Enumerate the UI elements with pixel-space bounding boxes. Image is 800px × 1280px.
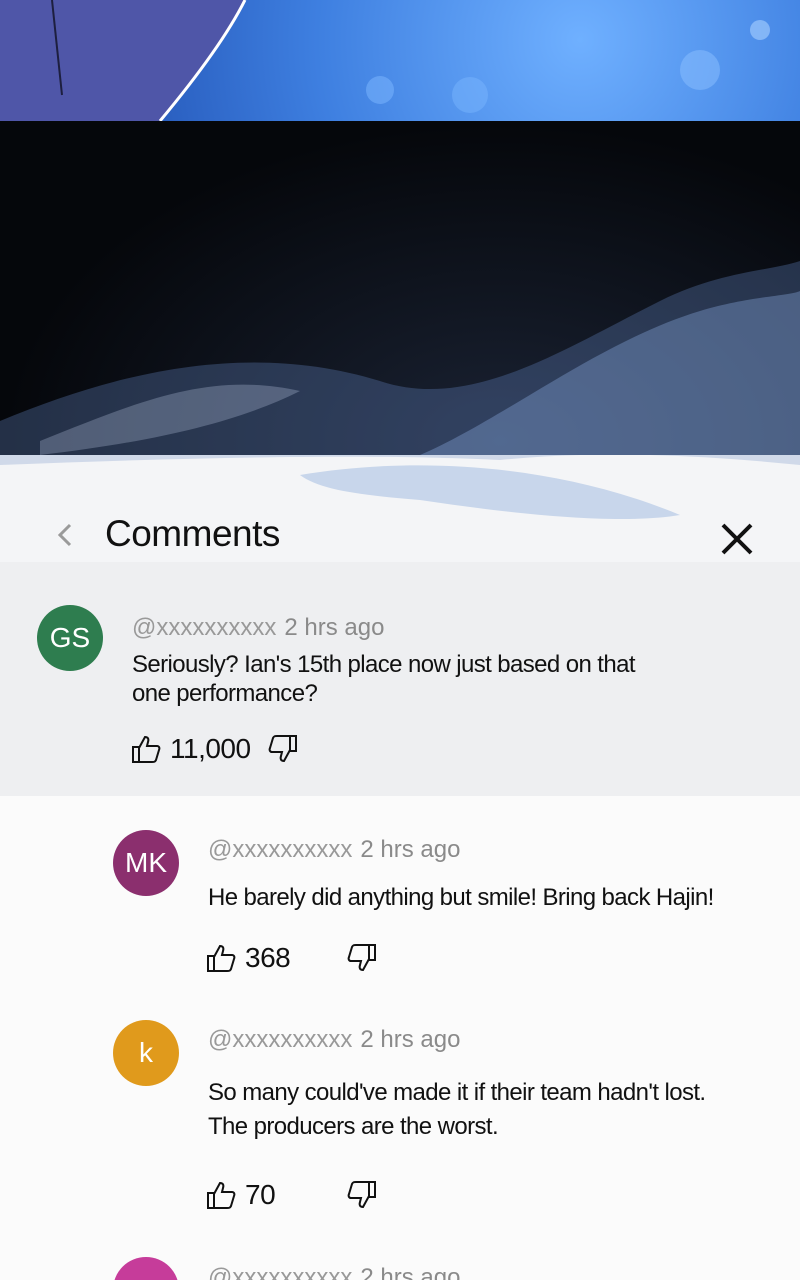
comment-handle[interactable]: @xxxxxxxxxx bbox=[208, 1026, 352, 1053]
thumbs-down-icon[interactable] bbox=[346, 942, 378, 974]
comment-handle[interactable]: @xxxxxxxxxx bbox=[208, 836, 352, 863]
thumbs-up-icon[interactable] bbox=[205, 942, 237, 974]
thumbs-up-icon[interactable] bbox=[130, 733, 162, 765]
avatar: MK bbox=[113, 830, 179, 896]
comment-handle[interactable]: @xxxxxxxxxx bbox=[208, 1264, 352, 1280]
avatar bbox=[113, 1257, 179, 1280]
comment-meta: @xxxxxxxxxx 2 hrs ago bbox=[208, 836, 460, 864]
comment-time: 2 hrs ago bbox=[360, 1264, 461, 1280]
comment-meta: @xxxxxxxxxx 2 hrs ago bbox=[132, 614, 384, 642]
comment-text: Seriously? Ian's 15th place now just bas… bbox=[132, 651, 636, 707]
avatar: GS bbox=[37, 605, 103, 671]
comment-meta: @xxxxxxxxxx 2 hrs ago bbox=[208, 1026, 460, 1054]
close-icon[interactable] bbox=[718, 520, 756, 558]
comment-item: MK @xxxxxxxxxx 2 hrs ago He barely did an… bbox=[0, 796, 800, 996]
comment-time: 2 hrs ago bbox=[360, 836, 461, 863]
comment-meta: @xxxxxxxxxx 2 hrs ago bbox=[208, 1264, 460, 1280]
comment-actions: 11,000 bbox=[130, 733, 299, 765]
comment-time: 2 hrs ago bbox=[360, 1026, 461, 1053]
comment-actions: 368 bbox=[205, 942, 378, 974]
comments-header: Comments bbox=[0, 505, 800, 565]
artwork-sky-panel bbox=[0, 0, 800, 121]
comment-item: @xxxxxxxxxx 2 hrs ago bbox=[0, 1255, 800, 1280]
avatar: k bbox=[113, 1020, 179, 1086]
chevron-left-icon[interactable] bbox=[52, 519, 76, 551]
like-count: 11,000 bbox=[170, 733, 251, 764]
comment-handle[interactable]: @xxxxxxxxxx bbox=[132, 614, 276, 641]
like-count: 368 bbox=[245, 942, 291, 973]
comment-actions: 70 bbox=[205, 1179, 378, 1211]
artwork-violet-wing bbox=[0, 0, 770, 121]
thumbs-down-icon[interactable] bbox=[346, 1179, 378, 1211]
comment-text: So many could've made it if their team h… bbox=[208, 1079, 706, 1140]
comment-item: GS @xxxxxxxxxx 2 hrs ago Seriously? Ian's… bbox=[0, 562, 800, 796]
like-count: 70 bbox=[245, 1179, 276, 1210]
comment-time: 2 hrs ago bbox=[284, 614, 385, 641]
artwork-night-panel bbox=[0, 121, 800, 455]
page-title: Comments bbox=[105, 513, 280, 554]
comment-text: He barely did anything but smile! Bring … bbox=[208, 884, 714, 911]
comment-item: k @xxxxxxxxxx 2 hrs ago So many could've … bbox=[0, 990, 800, 1230]
thumbs-up-icon[interactable] bbox=[205, 1179, 237, 1211]
thumbs-down-icon[interactable] bbox=[267, 733, 299, 765]
